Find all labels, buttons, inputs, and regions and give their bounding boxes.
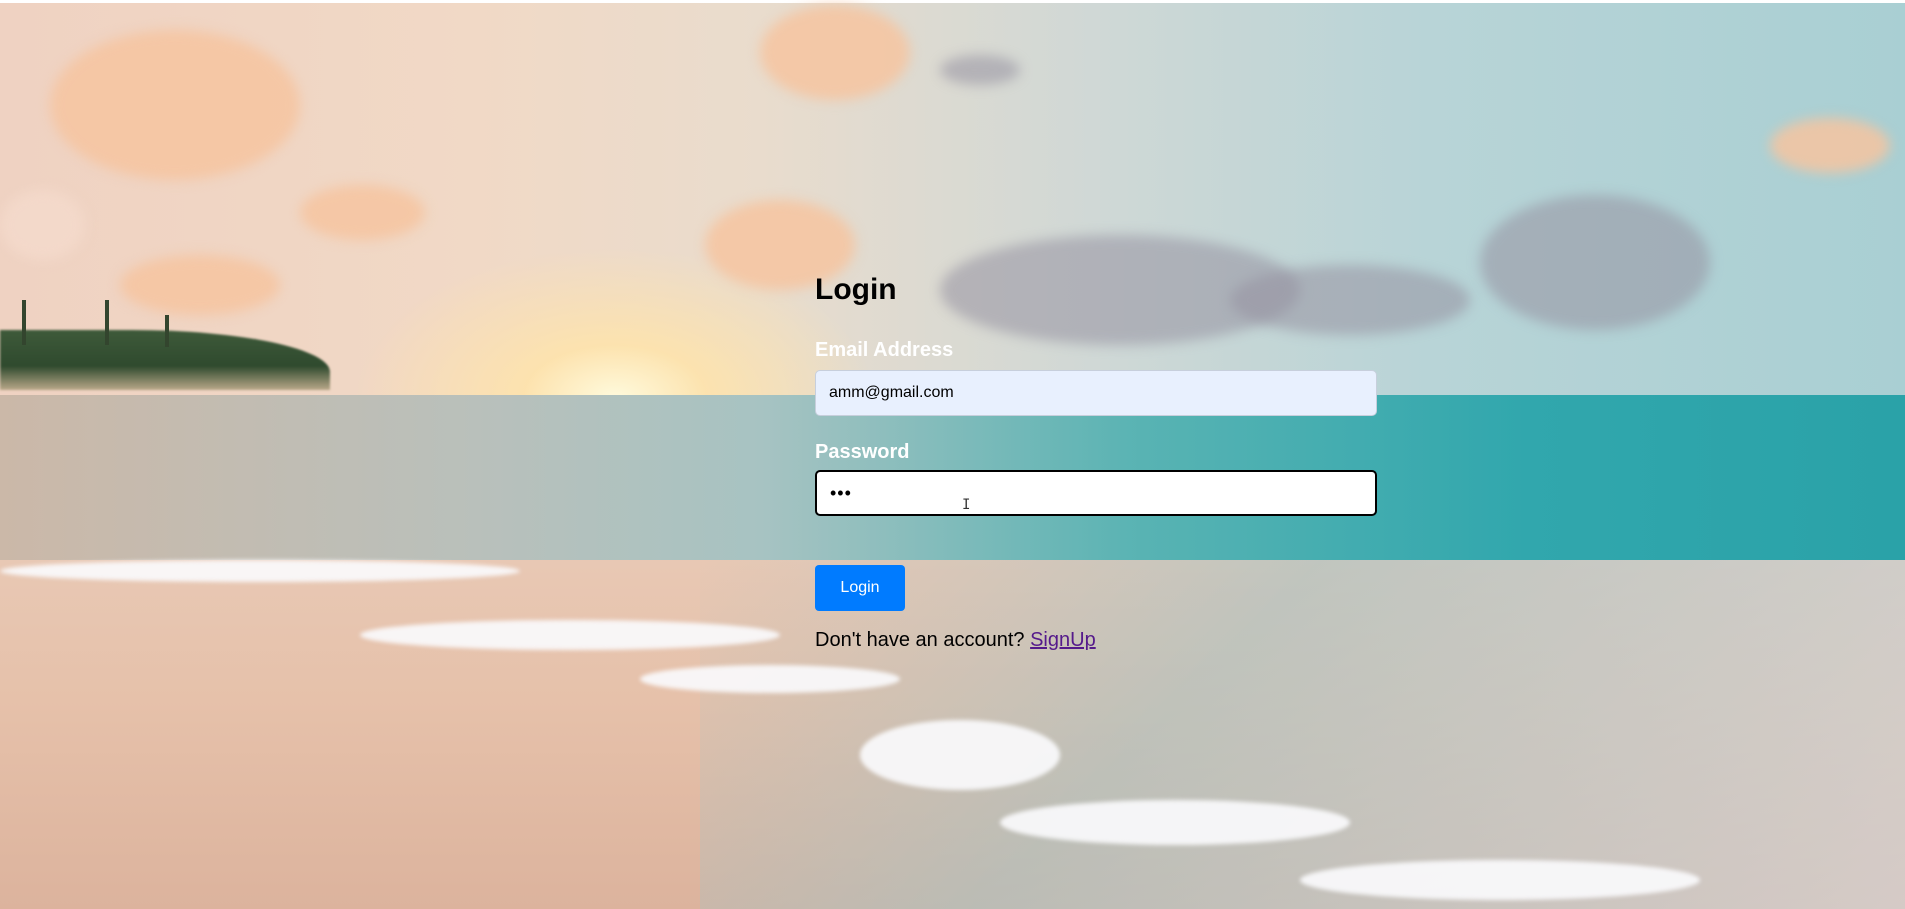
signup-link[interactable]: SignUp (1030, 629, 1096, 651)
password-input[interactable] (815, 470, 1377, 516)
background-foam (860, 720, 1060, 790)
page: Login Email Address Password I Login Don… (0, 0, 1905, 909)
password-label: Password (815, 441, 910, 463)
background-cloud (1770, 118, 1890, 173)
background-foam (1000, 800, 1350, 845)
background-cloud (1230, 265, 1470, 335)
background-foam (0, 560, 520, 582)
background-cloud (50, 30, 300, 180)
background-foam (1300, 860, 1700, 900)
background-cloud (1480, 195, 1710, 330)
text-cursor-icon: I (962, 497, 971, 513)
background-foam (360, 620, 780, 650)
background-cloud (300, 185, 425, 240)
login-title: Login (815, 273, 897, 306)
email-label: Email Address (815, 339, 954, 361)
background-palm (165, 315, 169, 347)
email-input[interactable] (815, 370, 1377, 416)
login-button[interactable]: Login (815, 565, 905, 611)
background-cloud (120, 255, 280, 315)
signup-prompt-text: Don't have an account? (815, 629, 1025, 651)
background-foam (640, 665, 900, 693)
background-cloud (0, 190, 85, 260)
background-palm (22, 300, 26, 345)
background-cloud (760, 5, 910, 100)
background-palm (105, 300, 109, 345)
background-cloud (940, 55, 1020, 85)
signup-prompt: Don't have an account? SignUp (815, 628, 1096, 652)
